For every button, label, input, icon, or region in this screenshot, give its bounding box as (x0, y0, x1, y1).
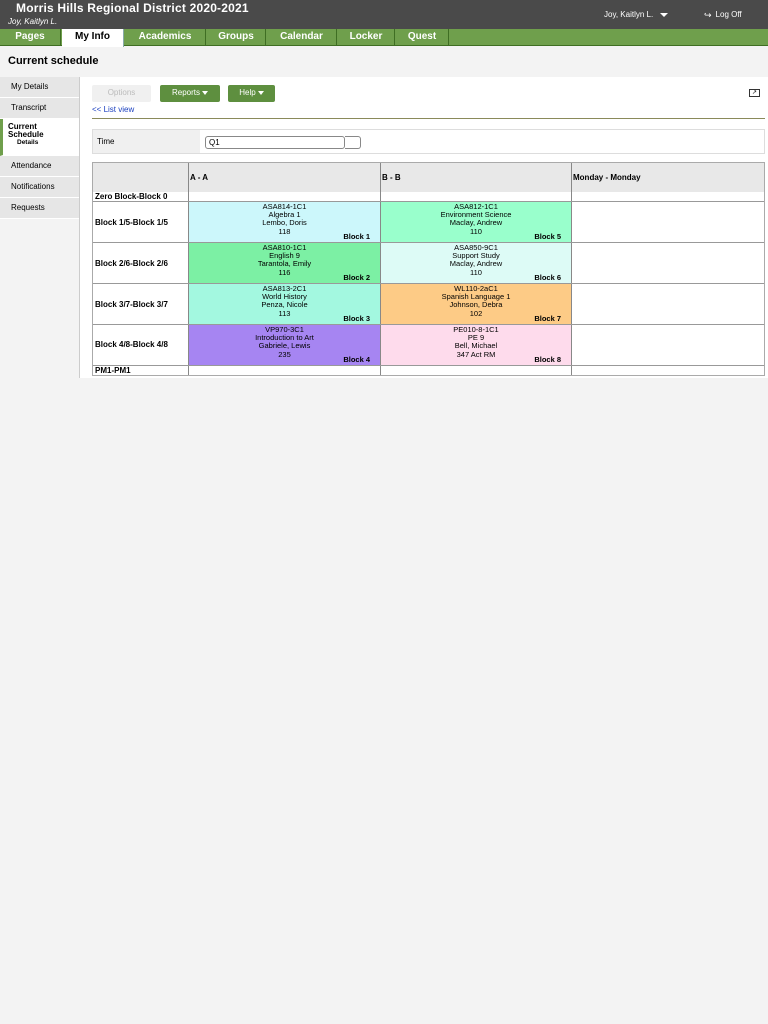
log-off-link[interactable]: ↪ Log Off (704, 10, 742, 19)
list-view-link[interactable]: << List view (92, 105, 134, 114)
options-button[interactable]: Options (92, 85, 151, 102)
time-filter-row: Time Q1 (92, 129, 765, 154)
grid-line (571, 163, 572, 375)
user-menu-label: Joy, Kaitlyn L. (604, 10, 654, 19)
tab-quest[interactable]: Quest (396, 29, 449, 46)
class-cell[interactable]: ASA814-1C1 Algebra 1 Lembo, Doris 118 Bl… (189, 202, 380, 242)
page-title: Current schedule (8, 55, 99, 67)
tab-groups[interactable]: Groups (207, 29, 266, 46)
sidebar-subitem-details[interactable]: Details (8, 139, 79, 147)
divider (92, 118, 765, 119)
app-header: Morris Hills Regional District 2020-2021… (0, 0, 768, 29)
log-off-label: Log Off (715, 10, 742, 19)
time-select[interactable]: Q1 (205, 136, 345, 149)
grid-line (188, 163, 189, 375)
sidebar-item-transcript[interactable]: Transcript (0, 98, 79, 119)
class-block: Block 2 (343, 272, 370, 282)
row-label: Block 3/7-Block 3/7 (95, 300, 168, 309)
row-label: Block 1/5-Block 1/5 (95, 218, 168, 227)
class-cell[interactable]: VP970-3C1 Introduction to Art Gabriele, … (189, 325, 380, 365)
sidebar-item-attendance[interactable]: Attendance (0, 156, 79, 177)
tab-locker[interactable]: Locker (338, 29, 395, 46)
chevron-down-icon (202, 90, 208, 95)
tab-pages[interactable]: Pages (0, 29, 61, 46)
logoff-icon: ↪ (704, 9, 712, 20)
column-header-b: B - B (381, 163, 571, 192)
class-block: Block 5 (534, 231, 561, 241)
tab-my-info[interactable]: My Info (62, 29, 124, 47)
column-header-monday: Monday - Monday (572, 163, 764, 192)
main-tab-bar: Pages My Info Academics Groups Calendar … (0, 29, 768, 47)
chevron-down-icon (660, 12, 669, 17)
help-label: Help (239, 88, 256, 97)
sidebar-item-label: Schedule (8, 130, 44, 139)
grid-line (93, 324, 764, 325)
class-block: Block 4 (343, 354, 370, 364)
column-header-a: A - A (189, 163, 380, 192)
main-panel: Options Reports Help ↗ << List view Time… (79, 77, 768, 378)
class-block: Block 6 (534, 272, 561, 282)
reports-button[interactable]: Reports (160, 85, 220, 102)
help-button[interactable]: Help (228, 85, 275, 102)
sidebar-item-my-details[interactable]: My Details (0, 77, 79, 98)
reports-label: Reports (171, 88, 200, 97)
sidebar-item-requests[interactable]: Requests (0, 198, 79, 219)
tab-calendar[interactable]: Calendar (267, 29, 337, 46)
class-block: Block 7 (534, 313, 561, 323)
user-subtitle: Joy, Kaitlyn L. (8, 17, 58, 26)
tab-academics[interactable]: Academics (125, 29, 206, 46)
user-menu[interactable]: Joy, Kaitlyn L. (604, 10, 669, 19)
schedule-grid: A - A B - B Monday - Monday ASA814-1C1 A… (92, 162, 765, 376)
class-cell[interactable]: ASA850-9C1 Support Study Maclay, Andrew … (381, 243, 571, 283)
grid-line (93, 242, 764, 243)
row-label: PM1-PM1 (95, 366, 131, 375)
dropdown-button[interactable] (345, 136, 361, 149)
grid-line (93, 365, 764, 366)
row-label: Zero Block-Block 0 (95, 192, 168, 201)
class-block: Block 3 (343, 313, 370, 323)
grid-line (93, 283, 764, 284)
class-cell[interactable]: PE010-8-1C1 PE 9 Bell, Michael 347 Act R… (381, 325, 571, 365)
class-cell[interactable]: WL110-2aC1 Spanish Language 1 Johnson, D… (381, 284, 571, 324)
time-label: Time (93, 130, 200, 153)
sidebar-item-notifications[interactable]: Notifications (0, 177, 79, 198)
district-title: Morris Hills Regional District 2020-2021 (16, 1, 249, 15)
grid-corner (93, 163, 188, 192)
chevron-down-icon (257, 90, 264, 95)
expand-icon[interactable]: ↗ (749, 89, 760, 97)
sidebar: My Details Transcript Current Schedule D… (0, 77, 79, 219)
grid-line (380, 163, 381, 375)
sidebar-item-current-schedule[interactable]: Current Schedule Details (0, 119, 79, 156)
row-label: Block 2/6-Block 2/6 (95, 259, 168, 268)
class-cell[interactable]: ASA812-1C1 Environment Science Maclay, A… (381, 202, 571, 242)
class-cell[interactable]: ASA810-1C1 English 9 Tarantola, Emily 11… (189, 243, 380, 283)
grid-line (93, 201, 764, 202)
class-block: Block 1 (343, 231, 370, 241)
row-label: Block 4/8-Block 4/8 (95, 340, 168, 349)
class-cell[interactable]: ASA813-2C1 World History Penza, Nicole 1… (189, 284, 380, 324)
class-block: Block 8 (534, 354, 561, 364)
